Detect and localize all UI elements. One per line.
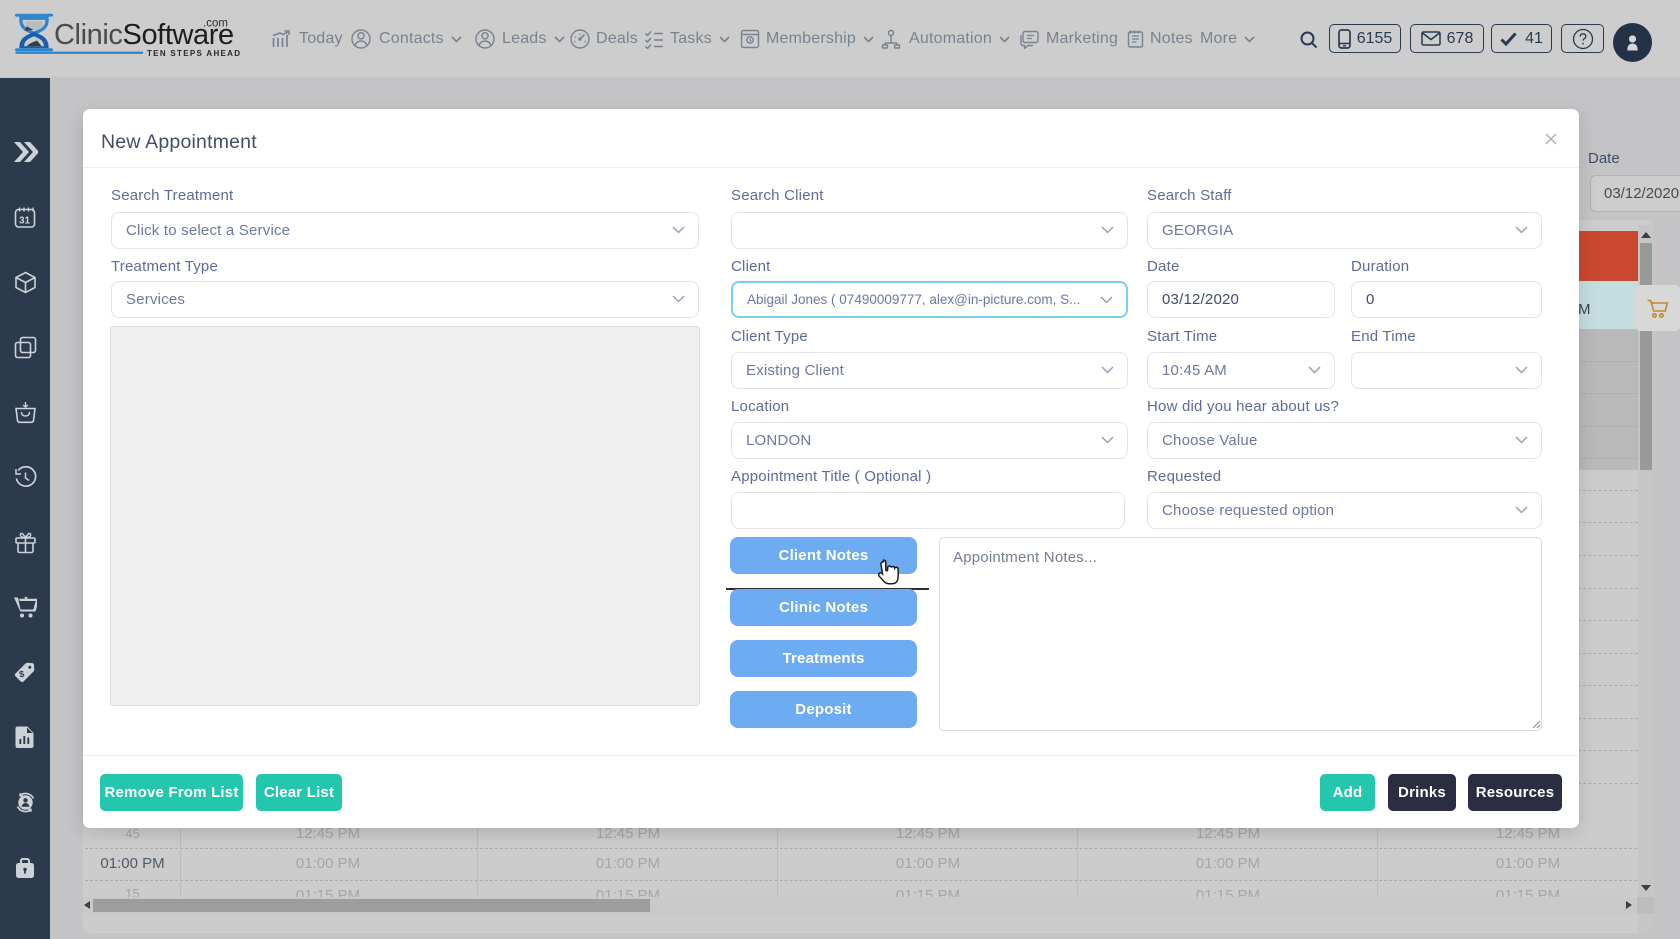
svg-text:31: 31 bbox=[19, 216, 31, 227]
svg-text:TEN STEPS AHEAD: TEN STEPS AHEAD bbox=[147, 49, 241, 58]
svg-text:.com: .com bbox=[203, 18, 228, 30]
